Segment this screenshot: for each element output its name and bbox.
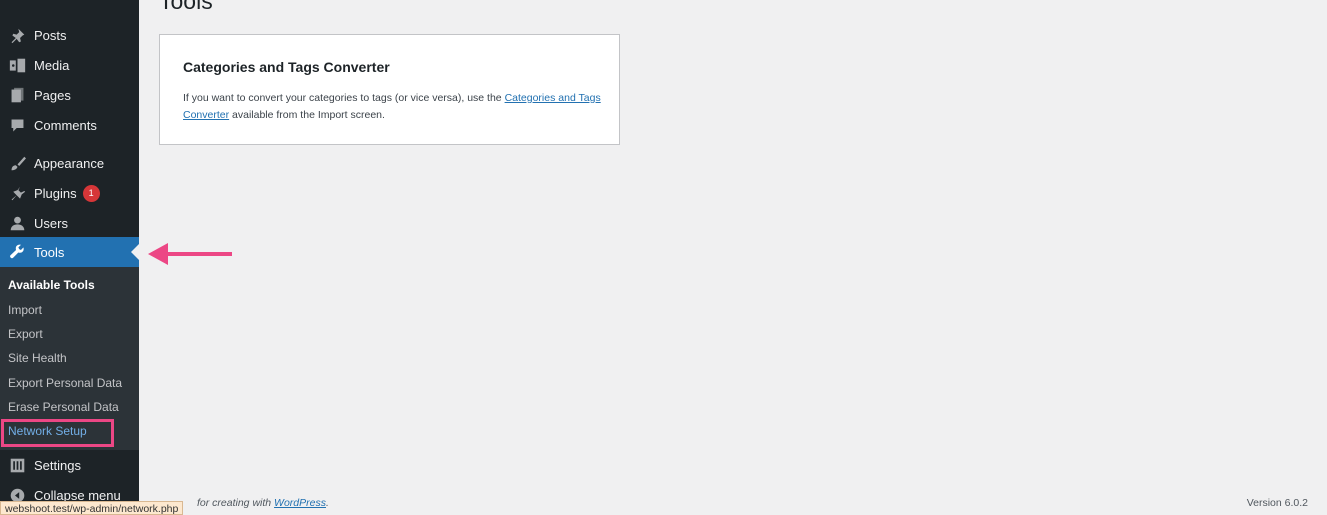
update-count-badge: 1 <box>82 184 100 202</box>
sidebar-item-media[interactable]: Media <box>0 50 139 80</box>
wordpress-link[interactable]: WordPress <box>274 497 326 509</box>
annotation-highlight-box <box>1 419 114 447</box>
sidebar-item-label: Settings <box>34 457 81 473</box>
card-text: available from the Import screen. <box>229 109 385 121</box>
sidebar-item-comments[interactable]: Comments <box>0 110 139 140</box>
annotation-arrow-icon <box>148 243 232 265</box>
pushpin-icon <box>7 25 27 45</box>
sidebar-item-label: Appearance <box>34 155 105 171</box>
paintbrush-icon <box>7 153 27 173</box>
sidebar-item-plugins[interactable]: Plugins 1 <box>0 178 139 208</box>
comment-icon <box>7 115 27 135</box>
submenu-item-available-tools[interactable]: Available Tools <box>8 276 95 294</box>
footer-thanks: for creating with WordPress. <box>159 497 329 509</box>
card-text: If you want to convert your categories t… <box>183 92 505 104</box>
submenu-item-export[interactable]: Export <box>8 325 43 343</box>
card-title: Categories and Tags Converter <box>183 59 390 75</box>
sidebar-item-posts[interactable]: Posts <box>0 20 139 50</box>
sidebar-item-appearance[interactable]: Appearance <box>0 148 139 178</box>
sidebar-item-label: Comments <box>34 117 97 133</box>
sidebar-item-label: Plugins <box>34 185 77 201</box>
browser-status-url: webshoot.test/wp-admin/network.php <box>0 501 184 515</box>
wrench-icon <box>7 242 27 262</box>
sidebar-item-label: Tools <box>34 244 65 260</box>
settings-icon <box>7 455 27 475</box>
sidebar-item-pages[interactable]: Pages <box>0 80 139 110</box>
media-icon <box>7 55 27 75</box>
sidebar-item-settings[interactable]: Settings <box>0 450 139 480</box>
card-description: If you want to convert your categories t… <box>183 90 603 124</box>
user-icon <box>7 213 27 233</box>
plugin-icon <box>7 183 27 203</box>
submenu-item-site-health[interactable]: Site Health <box>8 349 67 367</box>
sidebar-item-label: Users <box>34 215 68 231</box>
page-title: Tools <box>159 0 213 14</box>
submenu-item-export-personal-data[interactable]: Export Personal Data <box>8 374 122 392</box>
pages-icon <box>7 85 27 105</box>
submenu-item-erase-personal-data[interactable]: Erase Personal Data <box>8 398 119 416</box>
footer-thanks-text: for creating with <box>197 497 275 509</box>
sidebar-item-label: Media <box>34 57 70 73</box>
sidebar-item-label: Posts <box>34 27 67 43</box>
sidebar-item-users[interactable]: Users <box>0 208 139 238</box>
converter-card: Categories and Tags Converter If you wan… <box>159 34 620 145</box>
submenu-item-import[interactable]: Import <box>8 301 42 319</box>
footer-version: Version 6.0.2 <box>1246 497 1308 509</box>
sidebar-item-label: Pages <box>34 87 71 103</box>
sidebar-item-tools[interactable]: Tools <box>0 237 139 267</box>
footer-thanks-end: . <box>325 497 329 509</box>
